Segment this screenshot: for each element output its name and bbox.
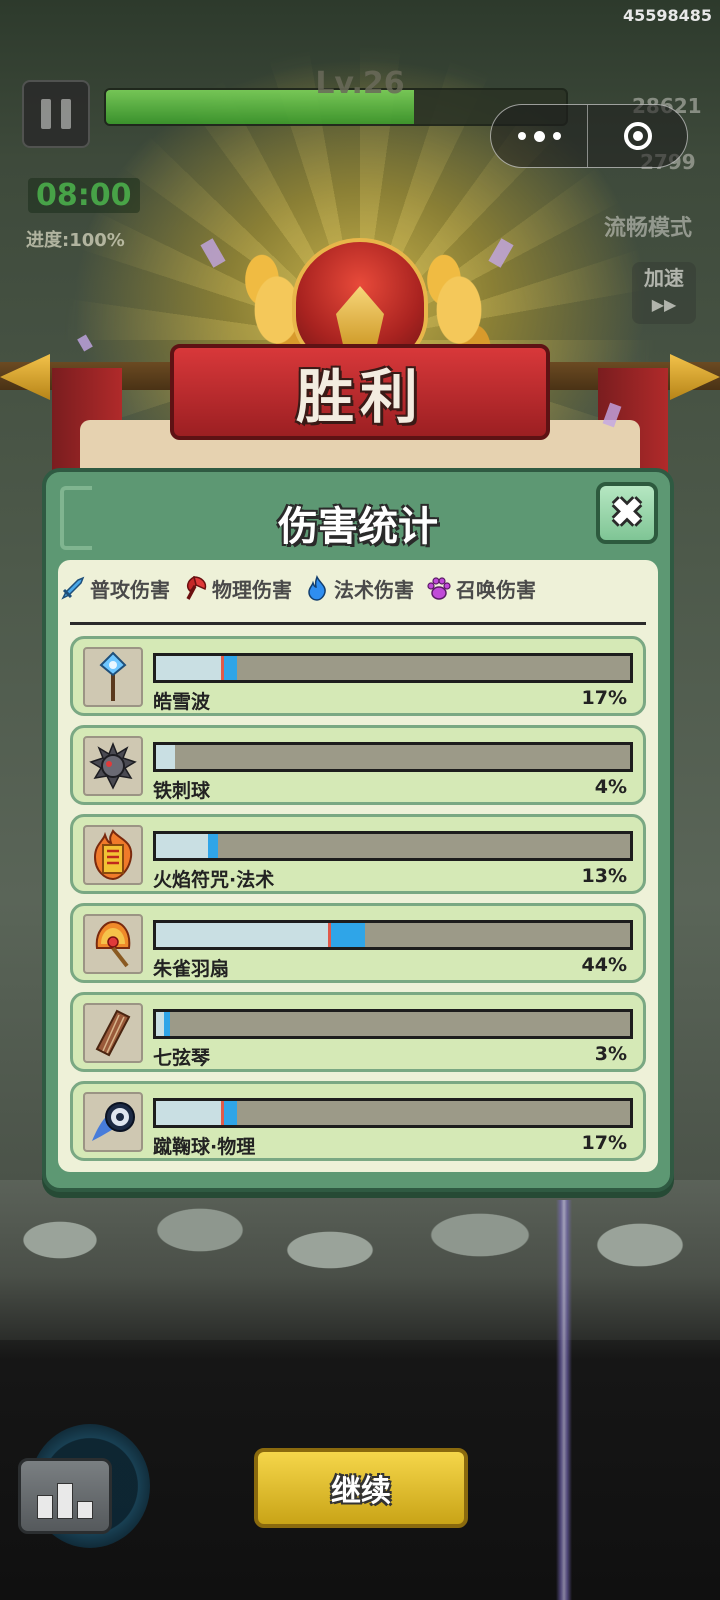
tabs-divider <box>70 622 646 625</box>
damage-bar <box>153 831 633 861</box>
close-button[interactable]: ✖ <box>596 482 658 544</box>
close-miniprogram-button[interactable] <box>588 122 687 150</box>
rod-end-right <box>670 354 720 400</box>
tab-label: 法术伤害 <box>334 577 414 602</box>
damage-bar-fill <box>156 834 208 858</box>
weapon-icon-box <box>83 736 143 796</box>
damage-bar-highlight <box>223 656 237 680</box>
victory-banner: 胜利 <box>170 344 550 440</box>
zither-icon <box>95 1009 131 1057</box>
dialog-content: 普攻伤害 物理伤害 法术伤害 召唤伤害 皓雪波 17% 铁刺球 4% 火焰符咒·… <box>58 560 658 1172</box>
damage-list: 皓雪波 17% 铁刺球 4% 火焰符咒·法术 13% 朱雀羽扇 44% 七弦琴 … <box>70 636 646 1170</box>
weapon-icon-box <box>83 914 143 974</box>
progress-label: 进度:100% <box>26 230 125 251</box>
damage-bar-highlight <box>207 834 218 858</box>
weapon-name: 铁刺球 <box>153 780 211 802</box>
axe-icon <box>186 575 207 600</box>
dialog-title: 伤害统计 <box>278 504 438 550</box>
weapon-name: 蹴鞠球·物理 <box>153 1136 256 1158</box>
damage-bar <box>153 1009 633 1039</box>
damage-bar-fill <box>156 1101 224 1125</box>
damage-row: 蹴鞠球·物理 17% <box>70 1081 646 1161</box>
damage-percent: 44% <box>581 954 627 976</box>
weapon-icon-box <box>83 1003 143 1063</box>
continue-label: 继续 <box>331 1474 391 1509</box>
spiked-ball-icon <box>89 742 137 790</box>
more-menu-button[interactable] <box>491 105 588 167</box>
damage-bar-highlight <box>164 1012 171 1036</box>
flame-icon <box>308 575 326 601</box>
speed-up-button[interactable]: 加速 ▶▶ <box>632 262 696 324</box>
leaderboard-button[interactable] <box>18 1458 112 1534</box>
tab-physical[interactable]: 物理伤害 <box>182 574 292 603</box>
miniprogram-capsule <box>490 104 688 168</box>
smooth-mode-toggle[interactable]: 流畅模式 <box>604 210 692 242</box>
damage-percent: 3% <box>594 1043 627 1065</box>
target-icon <box>623 122 652 150</box>
damage-bar <box>153 653 633 683</box>
feather-fan-icon <box>95 920 131 968</box>
tab-label: 物理伤害 <box>212 577 292 602</box>
victory-title: 胜利 <box>295 363 424 431</box>
damage-percent: 17% <box>581 687 627 709</box>
damage-bar-fill <box>156 745 175 769</box>
rod-end-left <box>0 354 50 400</box>
weapon-icon-box <box>83 647 143 707</box>
damage-percent: 17% <box>581 1132 627 1154</box>
weapon-icon-box <box>83 825 143 885</box>
fire-talisman-icon <box>93 829 133 881</box>
damage-bar-highlight <box>331 923 365 947</box>
fast-forward-icon: ▶▶ <box>651 295 677 314</box>
lightning-crack <box>556 1200 572 1600</box>
damage-bar <box>153 1098 633 1128</box>
weapon-name: 七弦琴 <box>153 1047 211 1069</box>
damage-percent: 13% <box>581 865 627 887</box>
weapon-name: 皓雪波 <box>153 691 211 713</box>
damage-bar-highlight <box>223 1101 237 1125</box>
damage-percent: 4% <box>594 776 627 798</box>
snow-scepter-icon <box>99 651 127 701</box>
speed-label: 加速 <box>644 266 684 290</box>
damage-row: 火焰符咒·法术 13% <box>70 814 646 894</box>
paw-icon <box>427 577 451 600</box>
tab-magic[interactable]: 法术伤害 <box>304 574 414 603</box>
podium-icon <box>37 1495 53 1519</box>
damage-bar-fill <box>156 923 332 947</box>
game-timer: 08:00 <box>28 178 140 213</box>
tab-label: 普攻伤害 <box>90 577 170 602</box>
sword-icon <box>61 576 85 600</box>
kickball-icon <box>92 1102 135 1141</box>
close-icon: ✖ <box>610 490 644 536</box>
damage-bar-fill <box>156 656 224 680</box>
snow-terrain <box>0 1180 720 1340</box>
damage-row: 朱雀羽扇 44% <box>70 903 646 983</box>
damage-bar <box>153 920 633 950</box>
damage-bar <box>153 742 633 772</box>
damage-row: 皓雪波 17% <box>70 636 646 716</box>
pause-icon <box>41 99 51 129</box>
pause-button[interactable] <box>22 80 90 148</box>
tab-basic-attack[interactable]: 普攻伤害 <box>60 574 170 603</box>
weapon-icon-box <box>83 1092 143 1152</box>
game-scene: 45598485 Lv.26 28621 2799 08:00 进度:100% … <box>0 0 720 1600</box>
tab-label: 召唤伤害 <box>456 577 536 602</box>
level-label: Lv.26 <box>315 66 405 101</box>
damage-row: 铁刺球 4% <box>70 725 646 805</box>
damage-type-tabs: 普攻伤害 物理伤害 法术伤害 召唤伤害 <box>58 560 658 616</box>
weapon-name: 火焰符咒·法术 <box>153 869 275 891</box>
damage-stats-dialog: 伤害统计 ✖ 普攻伤害 物理伤害 法术伤害 召唤伤害 皓雪波 17% 铁刺球 4… <box>42 468 674 1192</box>
weapon-name: 朱雀羽扇 <box>153 958 230 980</box>
continue-button[interactable]: 继续 <box>254 1448 468 1528</box>
tab-summon[interactable]: 召唤伤害 <box>426 574 536 603</box>
game-id: 45598485 <box>622 6 712 25</box>
damage-row: 七弦琴 3% <box>70 992 646 1072</box>
more-dots-icon <box>517 132 526 140</box>
